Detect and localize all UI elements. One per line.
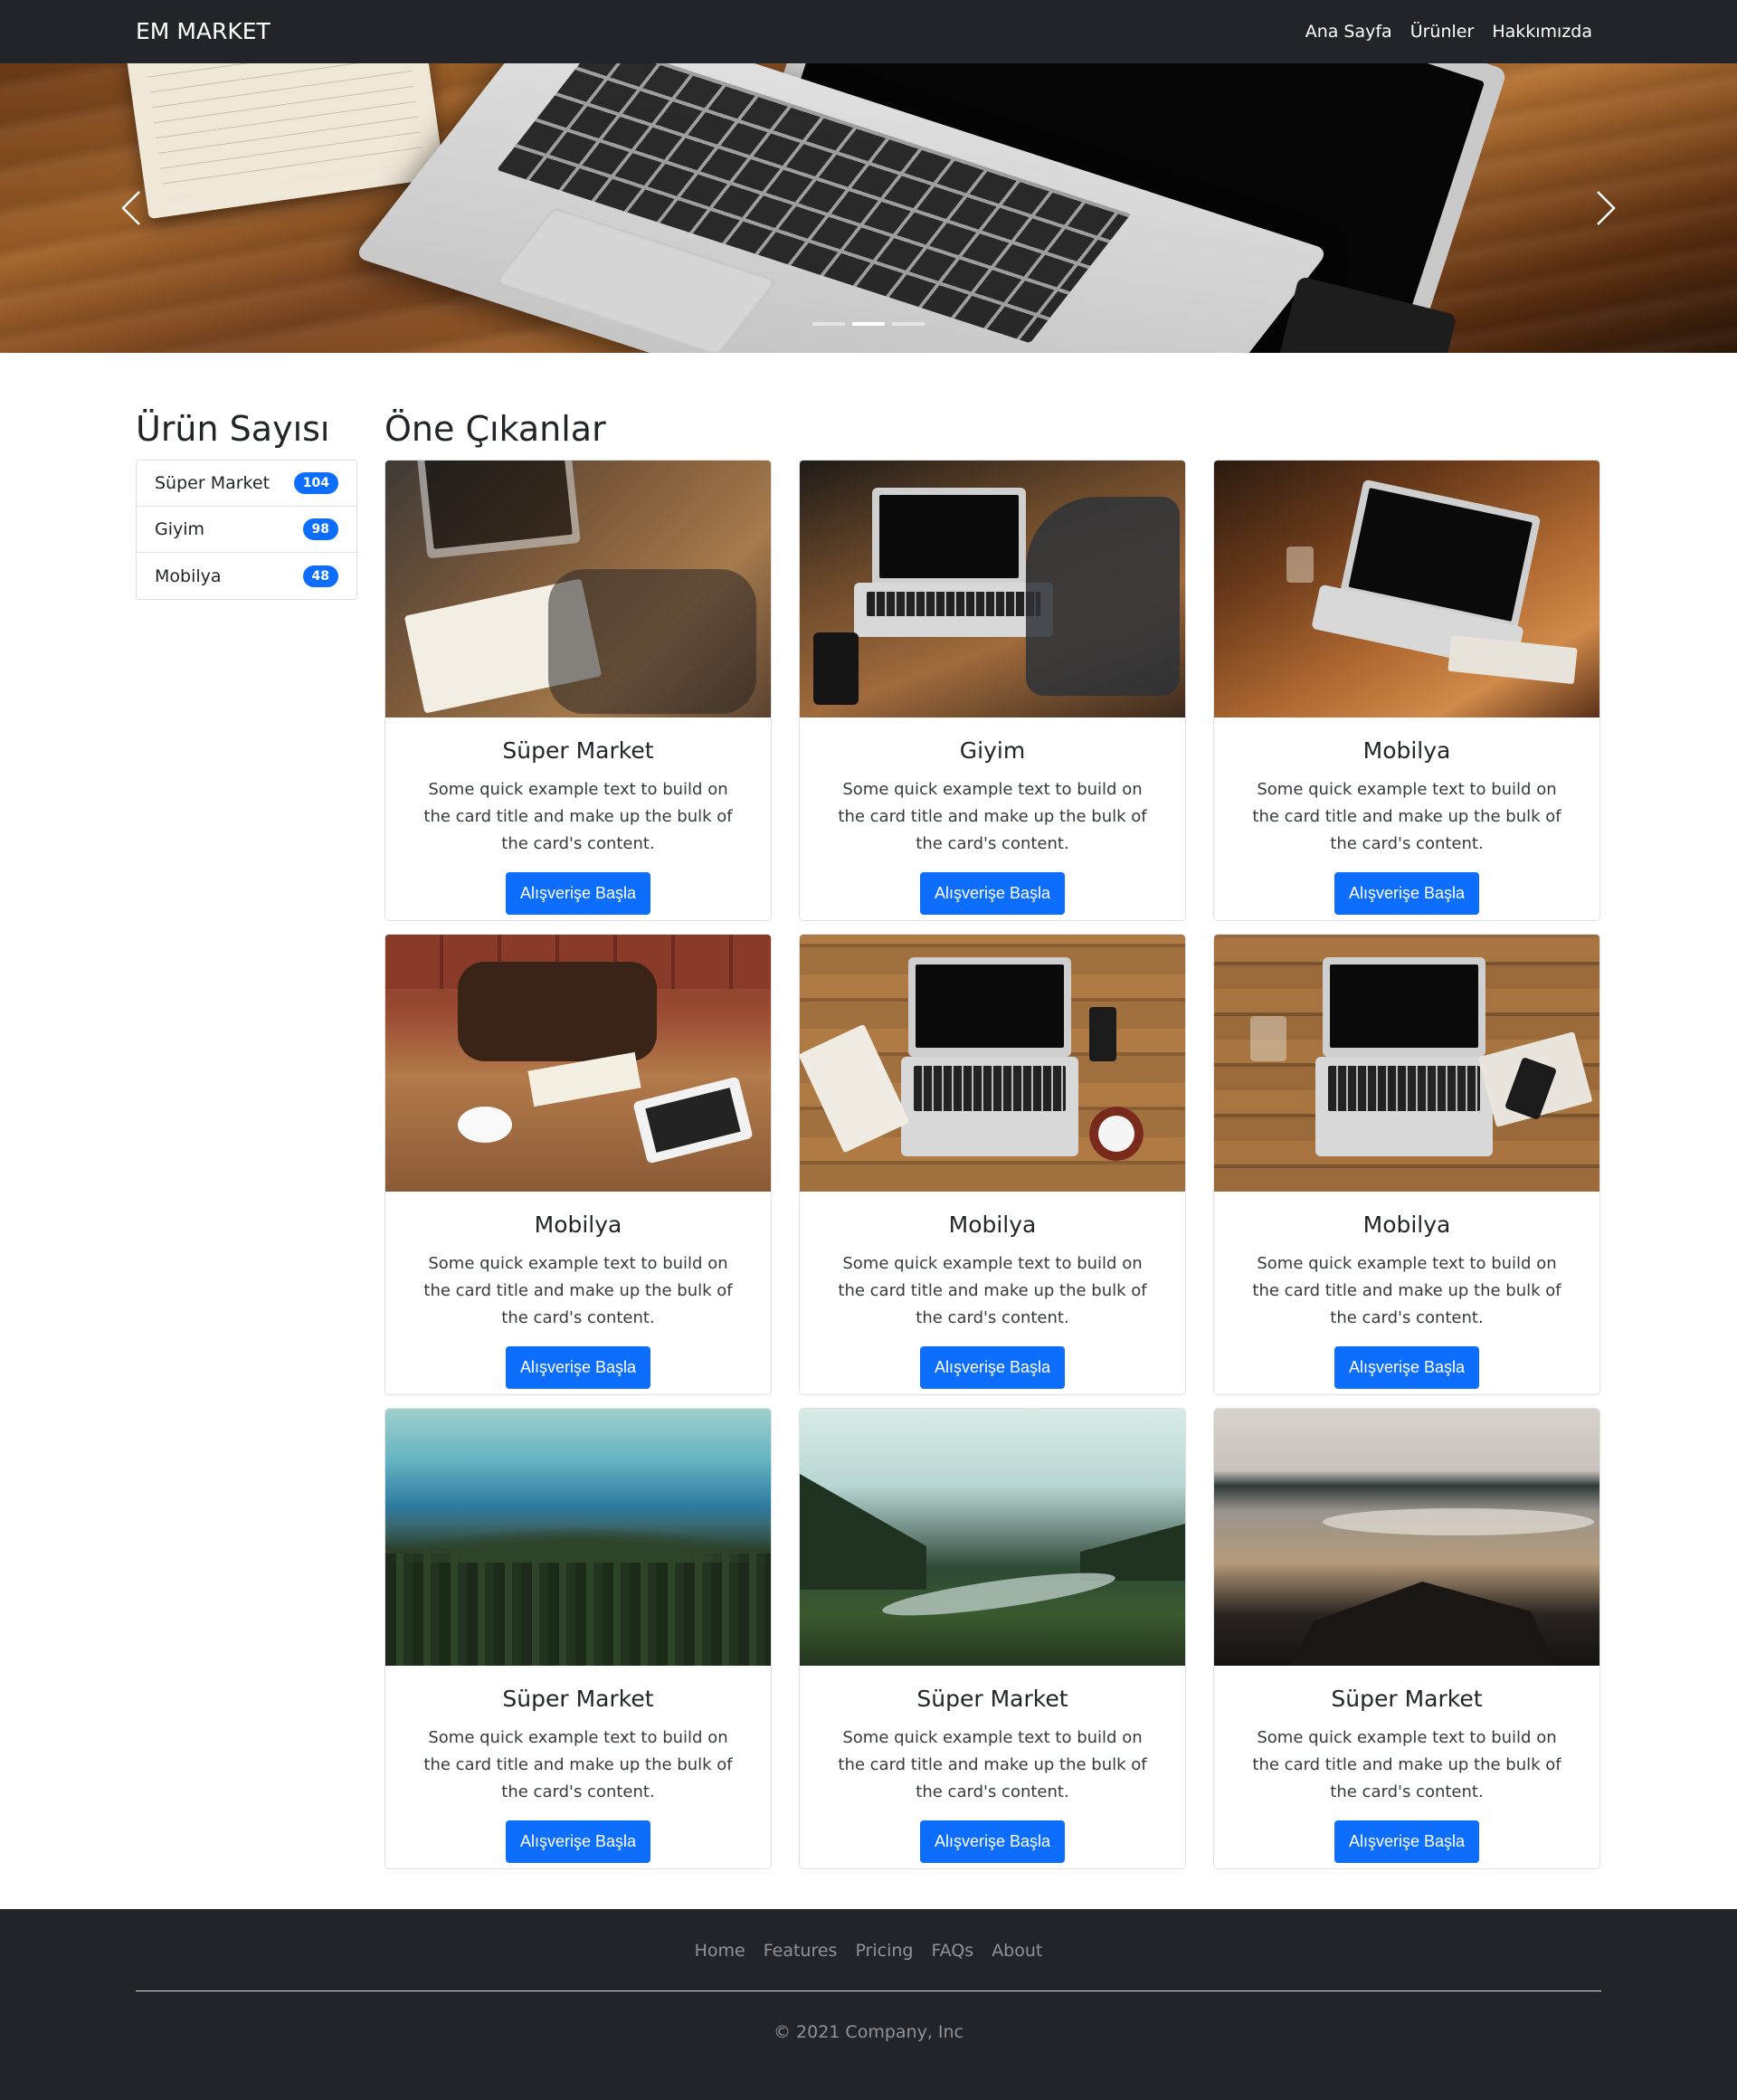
list-item-mobilya[interactable]: Mobilya 48 <box>137 553 356 599</box>
list-item-label: Giyim <box>155 519 205 539</box>
card-title: Mobilya <box>1362 737 1451 764</box>
start-shopping-button[interactable]: Alışverişe Başla <box>919 1820 1066 1863</box>
start-shopping-button[interactable]: Alışverişe Başla <box>1334 872 1480 915</box>
card-image-laptop-workspace <box>1214 935 1599 1192</box>
card-image-river-valley <box>800 1409 1185 1666</box>
chevron-right-icon <box>1597 191 1616 225</box>
card-image-forest-lake <box>385 1409 771 1666</box>
navbar: EM MARKET Ana Sayfa Ürünler Hakkımızda <box>0 0 1737 63</box>
product-card: Mobilya Some quick example text to build… <box>384 934 772 1395</box>
product-card: Süper Market Some quick example text to … <box>1213 1408 1600 1869</box>
brand-logo[interactable]: EM MARKET <box>136 0 271 63</box>
start-shopping-button[interactable]: Alışverişe Başla <box>1334 1346 1480 1389</box>
carousel-indicator-2[interactable] <box>852 322 885 326</box>
footer-link-features[interactable]: Features <box>764 1941 838 1961</box>
count-badge: 104 <box>293 472 338 494</box>
start-shopping-button[interactable]: Alışverişe Başla <box>505 872 651 915</box>
card-title: Mobilya <box>948 1212 1037 1238</box>
product-card-grid: Süper Market Some quick example text to … <box>384 460 1601 1869</box>
card-image-meeting <box>385 935 771 1192</box>
footer-link-about[interactable]: About <box>992 1941 1042 1961</box>
footer-link-pricing[interactable]: Pricing <box>855 1941 913 1961</box>
card-title: Süper Market <box>502 1686 654 1712</box>
carousel-indicator-1[interactable] <box>812 322 845 326</box>
count-badge: 98 <box>302 518 338 540</box>
card-image-desk <box>800 461 1185 717</box>
card-text: Some quick example text to build on the … <box>1252 1254 1561 1327</box>
product-card: Mobilya Some quick example text to build… <box>1213 460 1600 921</box>
footer-link-home[interactable]: Home <box>695 1941 745 1961</box>
card-text: Some quick example text to build on the … <box>423 1254 733 1327</box>
start-shopping-button[interactable]: Alışverişe Başla <box>1334 1820 1480 1863</box>
card-text: Some quick example text to build on the … <box>838 1254 1147 1327</box>
list-item-super-market[interactable]: Süper Market 104 <box>137 461 356 507</box>
carousel-indicator-3[interactable] <box>892 322 925 326</box>
card-text: Some quick example text to build on the … <box>423 780 733 853</box>
card-text: Some quick example text to build on the … <box>838 780 1147 853</box>
start-shopping-button[interactable]: Alışverişe Başla <box>919 872 1066 915</box>
footer-link-faqs[interactable]: FAQs <box>931 1941 973 1961</box>
card-image-office <box>385 461 771 717</box>
card-title: Giyim <box>959 737 1026 764</box>
nav-link-home[interactable]: Ana Sayfa <box>1305 22 1392 42</box>
product-card: Süper Market Some quick example text to … <box>799 1408 1186 1869</box>
nav-link-products[interactable]: Ürünler <box>1410 22 1475 42</box>
product-card: Süper Market Some quick example text to … <box>384 460 772 921</box>
sidebar-title: Ürün Sayısı <box>136 409 330 449</box>
list-item-label: Mobilya <box>155 565 222 586</box>
copyright-text: © 2021 Company, Inc <box>774 2022 963 2042</box>
list-item-giyim[interactable]: Giyim 98 <box>137 507 356 553</box>
card-title: Mobilya <box>1362 1212 1451 1238</box>
product-card: Mobilya Some quick example text to build… <box>799 934 1186 1395</box>
featured-title: Öne Çıkanlar <box>384 409 606 449</box>
footer: Home Features Pricing FAQs About © 2021 … <box>0 1909 1737 2100</box>
product-card: Giyim Some quick example text to build o… <box>799 460 1186 921</box>
card-image-laptop-wood <box>800 935 1185 1192</box>
count-badge: 48 <box>302 565 338 587</box>
carousel-indicators <box>0 322 1737 326</box>
nav-link-about[interactable]: Hakkımızda <box>1492 22 1592 42</box>
carousel-next-button[interactable] <box>1552 63 1660 353</box>
category-count-list: Süper Market 104 Giyim 98 Mobilya 48 <box>136 460 357 600</box>
start-shopping-button[interactable]: Alışverişe Başla <box>919 1346 1066 1389</box>
list-item-label: Süper Market <box>155 473 271 493</box>
chevron-left-icon <box>121 191 140 225</box>
card-text: Some quick example text to build on the … <box>1252 1728 1561 1801</box>
carousel-prev-button[interactable] <box>77 63 185 353</box>
card-text: Some quick example text to build on the … <box>838 1728 1147 1801</box>
card-text: Some quick example text to build on the … <box>423 1728 733 1801</box>
card-title: Süper Market <box>916 1686 1068 1712</box>
card-title: Mobilya <box>534 1212 622 1238</box>
start-shopping-button[interactable]: Alışverişe Başla <box>505 1820 651 1863</box>
product-card: Süper Market Some quick example text to … <box>384 1408 772 1869</box>
product-card: Mobilya Some quick example text to build… <box>1213 934 1600 1395</box>
card-title: Süper Market <box>502 737 654 764</box>
start-shopping-button[interactable]: Alışverişe Başla <box>505 1346 651 1389</box>
card-title: Süper Market <box>1331 1686 1483 1712</box>
card-image-laptop-table <box>1214 461 1599 717</box>
footer-nav: Home Features Pricing FAQs About <box>0 1941 1737 1961</box>
main-content: Ürün Sayısı Süper Market 104 Giyim 98 Mo… <box>0 353 1737 1909</box>
nav-menu: Ana Sayfa Ürünler Hakkımızda <box>1305 0 1592 63</box>
card-image-beach-rocks <box>1214 1409 1599 1666</box>
card-text: Some quick example text to build on the … <box>1252 780 1561 853</box>
hero-carousel <box>0 63 1737 353</box>
